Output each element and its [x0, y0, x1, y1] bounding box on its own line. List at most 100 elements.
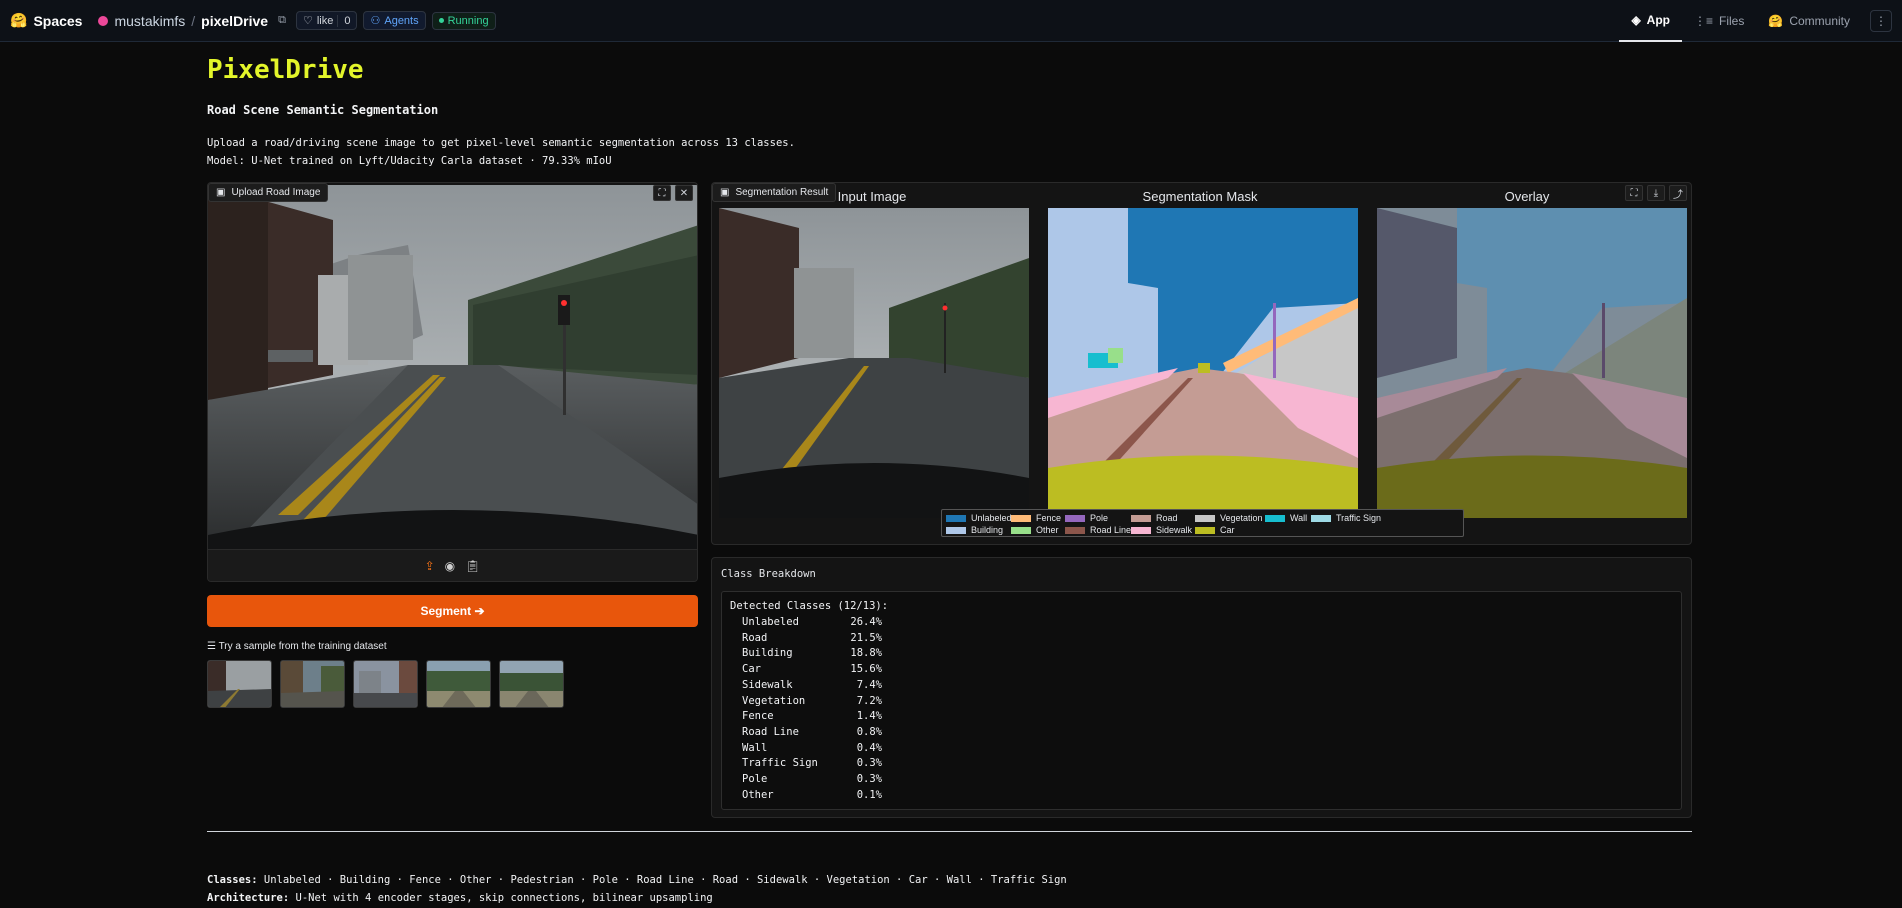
spaces-link[interactable]: Spaces — [33, 13, 82, 29]
legend-swatch — [1131, 526, 1151, 534]
architecture-info-text: U-Net with 4 encoder stages, skip connec… — [289, 892, 713, 904]
sample-thumbnail[interactable] — [426, 660, 491, 708]
class-percentage: 26.4% — [850, 616, 882, 628]
legend-item: Car — [1195, 525, 1235, 535]
upload-actions: ⛶ ✕ — [653, 185, 693, 201]
upload-icon[interactable]: ⇪ — [425, 559, 435, 573]
legend-item: Fence — [1011, 513, 1061, 523]
copy-icon[interactable]: ⧉ — [278, 14, 286, 27]
class-row: Pole 0.3% — [742, 773, 882, 788]
top-bar: 🤗 Spaces mustakimfs / pixelDrive ⧉ ♡ lik… — [0, 0, 1902, 42]
legend-swatch — [1065, 526, 1085, 534]
share-icon[interactable]: ⤴ — [1669, 185, 1687, 201]
description-line: Upload a road/driving scene image to get… — [207, 137, 795, 149]
sample-thumbnail[interactable] — [353, 660, 418, 708]
clipboard-icon[interactable]: 📋︎ — [465, 559, 480, 573]
class-percentage: 0.3% — [856, 773, 882, 785]
space-nav: ◈ App ⋮≡ Files 🤗 Community ⋮ — [1619, 0, 1892, 42]
class-breakdown-panel: Class Breakdown Detected Classes (12/13)… — [711, 557, 1692, 818]
legend-swatch — [946, 526, 966, 534]
class-percentage: 0.3% — [856, 757, 882, 770]
fullscreen-icon[interactable]: ⛶ — [1625, 185, 1643, 201]
page-title: PixelDrive — [207, 55, 364, 85]
status-badge[interactable]: Running — [431, 11, 496, 30]
legend-item: Road Line — [1065, 525, 1131, 535]
class-name: Other — [742, 788, 774, 801]
community-icon: 🤗 — [1768, 14, 1784, 28]
class-row: Vegetation 7.2% — [742, 695, 882, 710]
legend-label: Vegetation — [1220, 513, 1263, 523]
legend-swatch — [1265, 514, 1285, 522]
close-icon[interactable]: ✕ — [675, 185, 693, 201]
fullscreen-icon[interactable]: ⛶ — [653, 185, 671, 201]
segmentation-mask-title: Segmentation Mask — [1142, 189, 1258, 204]
legend-label: Fence — [1036, 513, 1062, 523]
architecture-info-label: Architecture: — [207, 892, 290, 904]
class-legend: Unlabeled Building Fence Other Pole Road Line… — [941, 509, 1464, 537]
like-label: like — [316, 14, 334, 27]
upload-label: ▣ Upload Road Image — [208, 183, 329, 202]
download-icon[interactable]: ⤓ — [1647, 185, 1665, 201]
sample-thumbnail[interactable] — [207, 660, 272, 708]
sample-thumbnail[interactable] — [499, 660, 564, 708]
model-info: Model: U-Net trained on Lyft/Udacity Car… — [207, 155, 612, 167]
legend-swatch — [1011, 526, 1031, 534]
segment-button[interactable]: Segment ➔ — [207, 595, 698, 627]
tab-app-label: App — [1646, 13, 1670, 27]
page-description: Upload a road/driving scene image to get… — [207, 134, 795, 170]
segmentation-mask-image — [1048, 208, 1358, 518]
cube-icon: ◈ — [1631, 13, 1641, 27]
more-options-icon[interactable]: ⋮ — [1870, 10, 1892, 32]
class-percentage: 1.4% — [856, 710, 882, 723]
upload-image-panel[interactable]: ▣ Upload Road Image ⛶ ✕ ⇪ ◉ 📋︎ — [207, 182, 698, 582]
class-percentage: 7.2% — [856, 694, 882, 707]
legend-item: Unlabeled — [946, 513, 1012, 523]
uploaded-road-image — [208, 185, 697, 550]
class-percentage: 0.4% — [856, 741, 882, 754]
overlay-image — [1377, 208, 1687, 518]
hf-logo-icon[interactable]: 🤗 — [10, 12, 27, 29]
legend-label: Car — [1220, 525, 1235, 535]
footer-info: Classes: Unlabeled · Building · Fence · … — [207, 871, 1067, 907]
class-row: Traffic Sign 0.3% — [742, 757, 882, 772]
legend-label: Road — [1156, 513, 1178, 523]
detected-classes-heading: Detected Classes (12/13): — [730, 600, 889, 612]
sample-gallery — [207, 660, 564, 708]
class-row: Other 0.1% — [742, 789, 882, 804]
class-row: Road Line 0.8% — [742, 726, 882, 741]
class-row: Road 21.5% — [742, 632, 882, 647]
legend-item: Wall — [1265, 513, 1307, 523]
legend-item: Traffic Sign — [1311, 513, 1381, 523]
repo-link[interactable]: pixelDrive — [201, 13, 268, 29]
legend-swatch — [1195, 514, 1215, 522]
agents-badge[interactable]: ⚇ Agents — [363, 11, 426, 30]
tab-community-label: Community — [1789, 14, 1850, 28]
legend-label: Unlabeled — [971, 513, 1012, 523]
class-name: Car — [742, 663, 761, 676]
class-row: Wall 0.4% — [742, 742, 882, 757]
result-label: ▣ Segmentation Result — [712, 183, 837, 202]
sample-thumbnail[interactable] — [280, 660, 345, 708]
class-row: Sidewalk 7.4% — [742, 679, 882, 694]
like-button[interactable]: ♡ like 0 — [295, 11, 358, 30]
legend-label: Road Line — [1090, 525, 1132, 535]
running-dot-icon — [438, 18, 444, 23]
upload-toolbar: ⇪ ◉ 📋︎ — [208, 549, 697, 581]
agents-label: Agents — [384, 14, 419, 27]
class-name: Traffic Sign — [742, 757, 818, 770]
class-breakdown-output: Detected Classes (12/13): Unlabeled 26.4%… — [721, 591, 1682, 810]
class-name: Vegetation — [742, 694, 806, 707]
webcam-icon[interactable]: ◉ — [445, 559, 455, 573]
tab-files[interactable]: ⋮≡ Files — [1682, 0, 1756, 42]
class-percentage: 18.8% — [850, 647, 882, 660]
tab-community[interactable]: 🤗 Community — [1756, 0, 1862, 42]
tab-app[interactable]: ◈ App — [1619, 0, 1682, 42]
legend-label: Pole — [1090, 513, 1109, 523]
class-name: Road — [742, 631, 768, 644]
files-icon: ⋮≡ — [1694, 14, 1714, 28]
divider — [207, 831, 1692, 832]
legend-item: Vegetation — [1195, 513, 1263, 523]
owner-link[interactable]: mustakimfs — [114, 13, 185, 29]
class-percentage: 0.1% — [856, 788, 882, 801]
tab-files-label: Files — [1719, 14, 1745, 28]
